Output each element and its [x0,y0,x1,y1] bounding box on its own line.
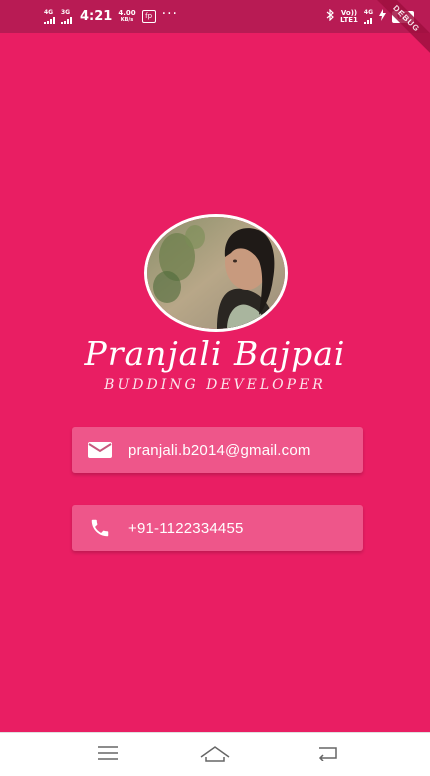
app-notification-icon: fp [141,10,156,23]
bluetooth-icon [326,8,335,24]
status-time: 4:21 [80,9,113,24]
profile-avatar [144,214,288,332]
signal-bars-icon [363,17,372,24]
profile-title: BUDDING DEVELOPER [104,377,326,393]
network-4g-right-indicator: 4G [363,9,373,24]
phone-icon [72,517,128,539]
email-icon [72,440,128,460]
menu-button[interactable] [97,745,119,766]
email-card[interactable]: pranjali.b2014@gmail.com [72,427,363,473]
phone-text: +91-1122334455 [128,519,244,537]
signal-bars-icon [44,16,55,24]
status-bar: 4G 3G 4:21 4.00 KB/s fp ··· Vo)) LTE1 4G… [0,0,430,33]
profile-name: Pranjali Bajpai [84,334,346,373]
system-nav-bar [0,732,430,776]
email-text: pranjali.b2014@gmail.com [128,441,311,459]
home-button[interactable] [200,745,230,768]
back-button[interactable] [316,745,340,766]
network-4g-indicator: 4G [44,9,55,24]
network-3g-indicator: 3G [61,9,72,24]
phone-card[interactable]: +91-1122334455 [72,505,363,551]
status-bar-left: 4G 3G 4:21 4.00 KB/s fp ··· [44,5,178,24]
charging-icon [379,9,386,24]
signal-bars-icon [61,16,72,24]
volte-indicator: Vo)) LTE1 [340,8,358,24]
network-speed: 4.00 KB/s [118,8,136,23]
more-notifications-icon: ··· [161,5,178,22]
